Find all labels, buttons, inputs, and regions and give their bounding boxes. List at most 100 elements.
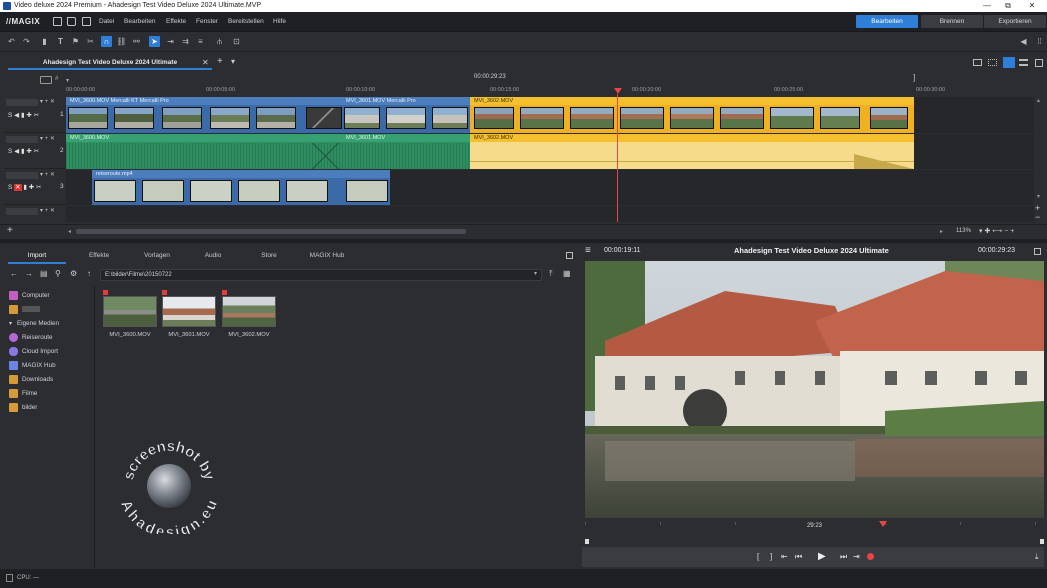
menu-effekte[interactable]: Effekte [166,18,186,25]
timeline-track-3[interactable]: reiseroute.mp4 [66,170,1034,205]
cut-icon[interactable]: ✂ [85,36,96,47]
video-clip[interactable]: MVI_3600.MOV Mercalli KT Mercalli Pro [66,97,342,133]
mode-exportieren-button[interactable]: Exportieren [984,15,1046,28]
file-item[interactable]: MVI_3602.MOV [222,290,276,340]
scroll-down-icon[interactable]: ▾ [1037,193,1040,200]
trim-icon[interactable]: ⇥ [165,36,176,47]
back-icon[interactable]: ← [10,269,18,278]
sidebar-item-eigene-medien[interactable]: ▾ Eigene Medien [9,318,59,330]
track-name-field[interactable] [6,136,38,143]
tab-store[interactable]: Store [240,248,298,264]
sidebar-item-reiseroute[interactable]: Reiseroute [9,332,52,344]
grid-view-icon[interactable]: ▦ [563,269,571,278]
search-icon[interactable]: ⚲ [55,269,61,278]
menu-datei[interactable]: Datei [99,18,114,25]
zoom-controls[interactable]: ▾ ✚ ⟷ − + [979,227,1014,235]
add-icon[interactable]: + [7,225,13,236]
ripple-icon[interactable]: ⇉ [180,36,191,47]
save-icon[interactable] [82,17,91,26]
chevron-down-icon[interactable]: ▾ + ✕ [40,171,55,178]
mark-in-icon[interactable]: [ [757,552,759,561]
menu-fenster[interactable]: Fenster [196,18,218,25]
path-field[interactable]: E:\bilder\Filme\20150722 [100,269,542,281]
marker-flag-icon[interactable]: # [55,76,58,82]
video-clip[interactable]: MVI_3601.MOV Mercalli Pro [342,97,470,133]
zoom-level[interactable]: 113% [956,228,971,234]
sidebar-item-filme[interactable]: Filme [9,388,37,400]
fit-icon[interactable]: ⊡ [231,36,242,47]
restore-button[interactable]: ⧉ [996,0,1020,12]
export-frame-icon[interactable]: ⤓ [1035,552,1039,562]
crossfade-icon[interactable] [310,143,342,169]
track-controls[interactable]: S ✕ ▮ ✚ ✂ [8,183,42,191]
timeline-track-2[interactable]: MVI_3600.MOV MVI_3601.MOV MVI_3602.MOV [66,134,1034,169]
marker-icon[interactable]: ⚑ [70,36,81,47]
tab-magix-hub[interactable]: MAGIX Hub [296,248,358,264]
layout-single-icon[interactable] [973,59,982,66]
chevron-down-icon[interactable]: ▾ + ✕ [40,98,55,105]
play-icon[interactable]: ▶ [818,551,826,562]
mode-bearbeiten-button[interactable]: Bearbeiten [856,15,918,28]
file-item[interactable]: MVI_3600.MOV [103,290,157,340]
menu-bearbeiten[interactable]: Bearbeiten [124,18,155,25]
remove-track-icon[interactable]: − [1035,212,1040,222]
timeline-ruler[interactable]: 00:00:00:00 00:00:05:00 00:00:10:00 00:0… [66,86,1034,96]
video-clip-selected[interactable]: MVI_3602.MOV [470,97,914,133]
track-controls[interactable]: S ◀ ▮ ✚ ✂ [8,147,39,155]
scroll-left-icon[interactable]: ◂ [68,228,71,235]
hamburger-menu-icon[interactable]: ≡ [585,245,591,256]
snap-icon[interactable] [40,76,52,84]
step-forward-icon[interactable]: ⏭ [840,552,847,562]
list-view-icon[interactable]: ▤ [40,269,48,278]
magnet-icon[interactable]: ∩ [101,36,112,47]
preview-scrubber[interactable]: 29:23 [585,519,1044,545]
maximize-panel-icon[interactable] [1035,59,1043,67]
tab-vorlagen[interactable]: Vorlagen [128,248,186,264]
ruler-menu-icon[interactable]: ▾ [66,77,69,84]
sidebar-item-magix-hub[interactable]: MAGIX Hub [9,360,56,372]
project-tab[interactable]: Ahadesign Test Video Deluxe 2024 Ultimat… [8,56,212,70]
next-marker-icon[interactable]: ⇥ [853,552,860,561]
step-back-icon[interactable]: ⏮ [795,552,802,562]
record-icon[interactable] [867,553,874,560]
tab-import[interactable]: Import [8,248,66,264]
timeline-track-4[interactable] [66,206,1034,222]
menu-hilfe[interactable]: Hilfe [273,18,286,25]
open-folder-icon[interactable] [67,17,76,26]
transition-icon[interactable] [306,107,342,129]
close-button[interactable]: ✕ [1020,0,1044,12]
track-name-field[interactable] [6,208,38,215]
upload-icon[interactable]: ⤒ [549,269,553,279]
scrub-playhead[interactable] [879,521,887,527]
redo-icon[interactable]: ↷ [21,36,32,47]
video-clip[interactable]: reiseroute.mp4 [92,170,390,205]
group-icon[interactable]: ≡ [195,36,206,47]
tab-effekte[interactable]: Effekte [70,248,128,264]
audio-clip[interactable]: MVI_3600.MOV [66,134,342,169]
tab-dropdown-icon[interactable]: ▾ [231,57,235,66]
gear-icon[interactable]: ⚙ [70,269,77,278]
new-file-icon[interactable] [53,17,62,26]
range-start-handle[interactable] [585,539,589,544]
sidebar-item-bilder[interactable]: bilder [9,402,37,414]
mark-out-icon[interactable]: ] [770,552,772,561]
mode-brennen-button[interactable]: Brennen [921,15,983,28]
sidebar-item-user[interactable] [9,304,40,316]
panel-splitter[interactable] [0,239,1047,243]
timeline-track-1[interactable]: MVI_3600.MOV Mercalli KT Mercalli Pro MV… [66,97,1034,133]
horizontal-scrollbar[interactable] [76,229,466,234]
sidebar-item-downloads[interactable]: Downloads [9,374,53,386]
fade-out-handle[interactable] [854,154,914,169]
maximize-panel-icon[interactable] [566,252,573,259]
track-name-field[interactable] [6,99,38,106]
audio-clip-selected[interactable]: MVI_3602.MOV [470,134,914,169]
chevron-down-icon[interactable]: ▾ + ✕ [40,207,55,214]
link-icon[interactable]: ⛓ [116,36,127,47]
unlink-icon[interactable]: ⚯ [131,36,142,47]
text-icon[interactable]: T [55,36,66,47]
range-end-handle[interactable] [1040,539,1044,544]
layout-storyboard-icon[interactable] [1019,59,1028,66]
audio-clip[interactable]: MVI_3601.MOV [342,134,470,169]
speaker-icon[interactable]: ◀ [1018,36,1029,47]
keypad-icon[interactable]: ⁞⁞ [1034,36,1045,47]
